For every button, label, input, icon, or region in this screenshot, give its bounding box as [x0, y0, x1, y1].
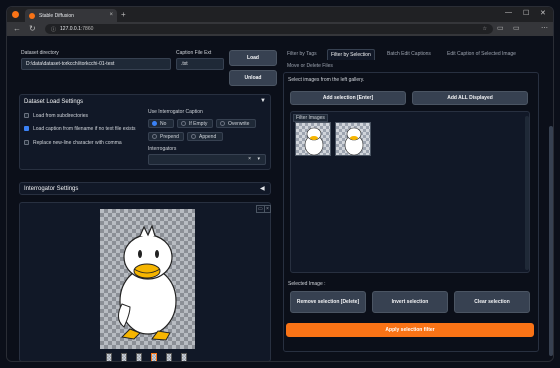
tab-filter-by-selection[interactable]: Filter by Selection — [327, 49, 375, 60]
unload-button[interactable]: Unload — [229, 70, 277, 86]
gallery-thumb-3[interactable] — [136, 353, 142, 361]
radio-no[interactable] — [152, 121, 157, 126]
tab-batch-edit-captions[interactable]: Batch Edit Captions — [387, 51, 431, 57]
filter-images-label: Filter Images — [293, 114, 328, 122]
image-gallery: ▭ × — [19, 202, 271, 361]
apply-selection-filter-button[interactable]: Apply selection filter — [286, 323, 534, 337]
tab-bar: Stable Diffusion × + — ☐ ✕ — [7, 7, 553, 22]
caption-ext-label: Caption File Ext — [176, 50, 212, 56]
radio-prepend[interactable] — [152, 134, 157, 139]
back-icon[interactable]: ← — [13, 24, 21, 33]
radio-if-empty-box[interactable]: If Empty — [177, 119, 213, 128]
address-bar-row: ← ↻ ⓘ 127.0.0.1 :7860 ☆ ▭ ▭ ⋯ — [7, 22, 553, 36]
browser-tab[interactable]: Stable Diffusion × — [25, 9, 117, 22]
close-window-icon[interactable]: ✕ — [540, 9, 546, 17]
filter-images-gallery: Filter Images — [290, 111, 530, 273]
invert-selection-button[interactable]: Invert selection — [372, 291, 448, 313]
gallery-thumb-2[interactable] — [121, 353, 127, 361]
radio-append[interactable] — [191, 134, 196, 139]
gallery-thumb-1[interactable] — [106, 353, 112, 361]
filter-thumb-2[interactable] — [335, 122, 371, 156]
new-tab-icon[interactable]: + — [121, 10, 126, 19]
collections-icon[interactable]: ▭ — [513, 24, 520, 32]
remove-selection-button[interactable]: Remove selection [Delete] — [290, 291, 366, 313]
tab-close-icon[interactable]: × — [109, 12, 113, 18]
caption-ext-input[interactable]: .txt — [176, 58, 224, 70]
dataset-dir-label: Dataset directory — [21, 50, 59, 56]
load-subdirs-label: Load from subdirectories — [33, 113, 89, 119]
browser-window: Stable Diffusion × + — ☐ ✕ ← ↻ ⓘ 127.0.0… — [6, 6, 554, 362]
reload-icon[interactable]: ↻ — [29, 24, 36, 33]
site-info-icon[interactable]: ⓘ — [51, 26, 56, 33]
tab-favicon-icon — [29, 12, 35, 19]
radio-no-label: No — [160, 121, 167, 127]
interrogator-settings-title: Interrogator Settings — [24, 186, 79, 192]
load-caption-filename-label: Load caption from filename if no text fi… — [33, 126, 136, 132]
load-button[interactable]: Load — [229, 50, 277, 66]
page-scrollbar[interactable] — [549, 126, 553, 356]
clear-x-icon[interactable]: × — [248, 156, 251, 162]
dataset-load-settings: Dataset Load Settings ▼ Load from subdir… — [19, 94, 271, 170]
selected-image-label: Selected Image : — [288, 281, 326, 287]
collapse-down-icon[interactable]: ▼ — [260, 98, 266, 104]
dataset-dir-input[interactable]: D:\data\dataset-torkcchi\torkcchi-01-tes… — [21, 58, 171, 70]
gallery-close-icon[interactable]: × — [264, 205, 271, 213]
load-subdirs-checkbox[interactable] — [24, 113, 29, 118]
filter-by-selection-panel: Select images from the left gallery. Add… — [283, 72, 539, 352]
tab-move-delete-files[interactable]: Move or Delete Files — [287, 63, 333, 69]
radio-append-label: Append — [199, 134, 217, 140]
load-settings-title: Dataset Load Settings — [24, 99, 84, 105]
gallery-thumb-5[interactable] — [166, 353, 172, 361]
collapse-left-icon[interactable]: ◀ — [260, 185, 265, 192]
url-field[interactable]: ⓘ 127.0.0.1 :7860 ☆ — [45, 24, 493, 34]
add-all-displayed-button[interactable]: Add ALL Displayed — [412, 91, 528, 105]
duck-thumb-1-image — [304, 127, 324, 156]
load-caption-filename-checkbox[interactable] — [24, 126, 29, 131]
reader-mode-icon[interactable]: ▭ — [497, 24, 504, 32]
url-port: :7860 — [80, 26, 94, 32]
radio-no-box[interactable]: No — [148, 119, 174, 128]
gallery-main-image[interactable] — [100, 209, 195, 349]
page-content: Dataset directory D:\data\dataset-torkcc… — [7, 36, 553, 361]
tab-edit-caption-selected[interactable]: Edit Caption of Selected Image — [447, 51, 516, 57]
url-host: 127.0.0.1 — [60, 26, 81, 32]
dataset-panel: Dataset directory D:\data\dataset-torkcc… — [15, 48, 277, 94]
gallery-thumb-6[interactable] — [181, 353, 187, 361]
clear-selection-button[interactable]: Clear selection — [454, 291, 530, 313]
radio-overwrite-box[interactable]: Overwrite — [216, 119, 256, 128]
use-interrogator-label: Use Interrogator Caption — [148, 109, 203, 115]
tab-title: Stable Diffusion — [39, 12, 74, 19]
radio-append-box[interactable]: Append — [187, 132, 223, 141]
bookmark-star-icon[interactable]: ☆ — [483, 26, 487, 32]
radio-prepend-label: Prepend — [160, 134, 179, 140]
radio-if-empty[interactable] — [181, 121, 186, 126]
minimize-icon[interactable]: — — [505, 9, 512, 16]
radio-overwrite[interactable] — [220, 121, 225, 126]
radio-if-empty-label: If Empty — [189, 121, 208, 127]
radio-prepend-box[interactable]: Prepend — [148, 132, 184, 141]
replace-newline-checkbox[interactable] — [24, 140, 29, 145]
tab-filter-by-tags[interactable]: Filter by Tags — [287, 51, 317, 57]
replace-newline-label: Replace new-line character with comma — [33, 140, 122, 146]
select-hint: Select images from the left gallery. — [288, 77, 365, 83]
interrogator-settings[interactable]: Interrogator Settings ◀ — [19, 182, 271, 195]
gallery-thumb-4-selected[interactable] — [151, 353, 157, 361]
add-selection-button[interactable]: Add selection [Enter] — [290, 91, 406, 105]
duck-thumb-2-image — [344, 127, 364, 156]
browser-menu-icon[interactable]: ⋯ — [541, 24, 548, 32]
interrogators-dropdown[interactable]: × ▾ — [148, 154, 266, 165]
interrogators-label: Interrogators — [148, 146, 177, 152]
filter-thumb-1[interactable] — [295, 122, 331, 156]
dropdown-icon[interactable]: ▾ — [257, 156, 260, 162]
duck-character-image — [118, 224, 177, 341]
radio-overwrite-label: Overwrite — [228, 121, 250, 127]
browser-profile-icon[interactable] — [12, 11, 19, 18]
maximize-icon[interactable]: ☐ — [523, 9, 529, 17]
filter-gallery-scrollbar[interactable] — [525, 116, 529, 270]
